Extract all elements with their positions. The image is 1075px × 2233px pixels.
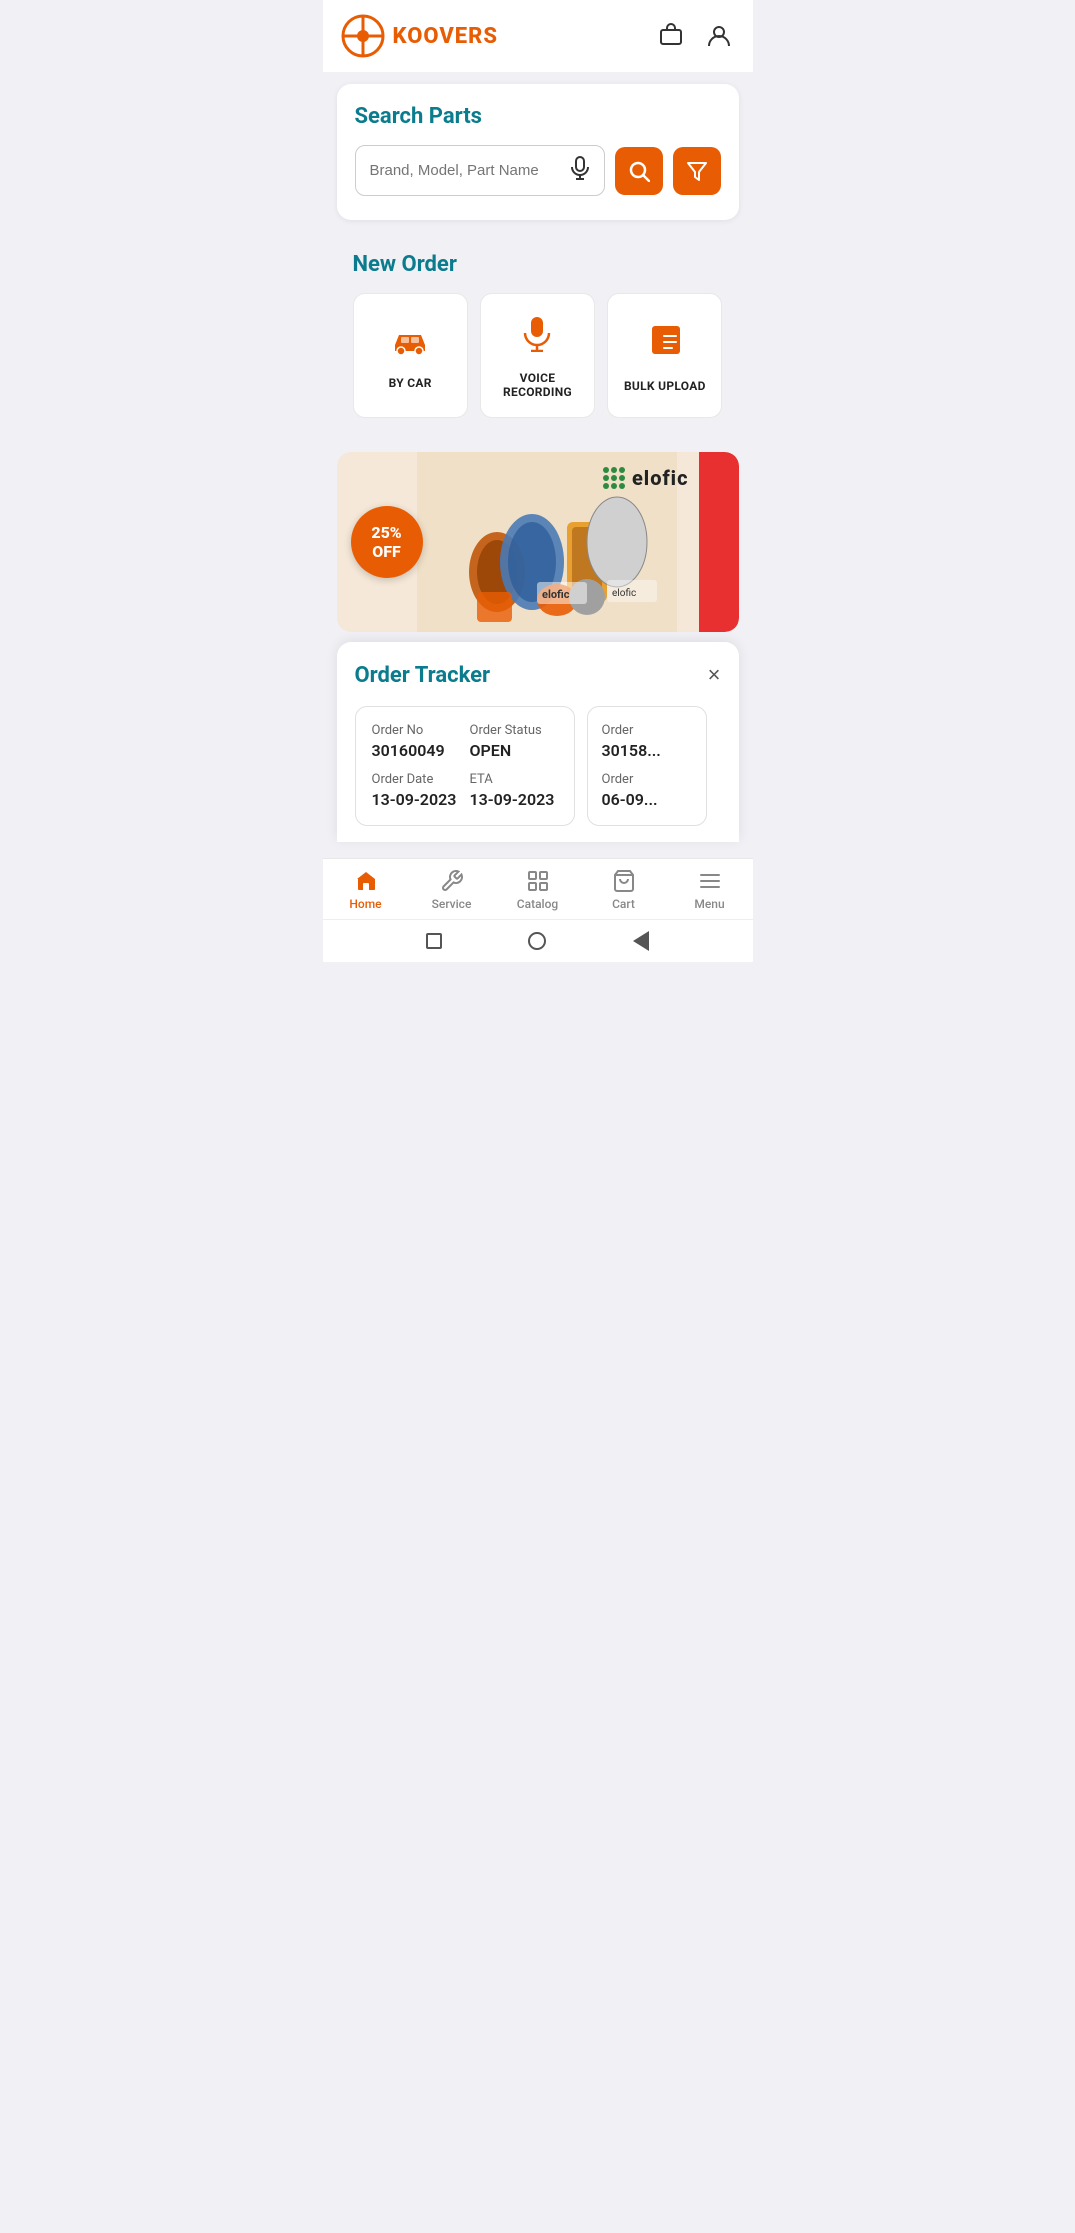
nav-menu[interactable]: Menu: [680, 869, 740, 911]
banner-discount: 25% OFF: [351, 506, 423, 578]
user-button[interactable]: [703, 20, 735, 52]
order-date-label: Order Date: [372, 772, 460, 787]
header-icons: [655, 20, 735, 52]
discount-label: OFF: [372, 542, 401, 561]
logo-area: KOOVERS: [341, 14, 499, 58]
order-card-grid-1: Order No 30160049 Order Status OPEN Orde…: [372, 723, 558, 809]
recents-button[interactable]: [423, 930, 445, 952]
order-no-label: Order No: [372, 723, 460, 738]
order-2-no-label: Order: [602, 723, 692, 738]
filter-icon: [686, 160, 708, 182]
nav-cart-label: Cart: [612, 897, 635, 911]
bulk-upload-icon: [648, 322, 682, 369]
order-card-1[interactable]: Order No 30160049 Order Status OPEN Orde…: [355, 706, 575, 826]
order-2-date-label: Order: [602, 772, 692, 787]
home-sys-button[interactable]: [526, 930, 548, 952]
search-input-wrap: [355, 145, 605, 196]
order-cards-row: Order No 30160049 Order Status OPEN Orde…: [355, 706, 721, 826]
bottom-nav: Home Service Catalog Cart Menu: [323, 858, 753, 919]
banner: 25% OFF elofic elofic elofic: [337, 452, 739, 632]
order-status-label: Order Status: [470, 723, 558, 738]
order-card-2[interactable]: Order 30158... Order 06-09...: [587, 706, 707, 826]
nav-cart[interactable]: Cart: [594, 869, 654, 911]
wrench-icon: [440, 869, 464, 893]
tracker-header: Order Tracker ×: [355, 662, 721, 688]
voice-icon: [521, 316, 553, 361]
catalog-icon: [526, 869, 550, 893]
elofic-logo-dots: [603, 467, 625, 489]
car-icon: [390, 326, 430, 366]
search-icon: [628, 160, 650, 182]
home-icon: [354, 869, 378, 893]
order-date-field: Order Date 13-09-2023: [372, 772, 460, 809]
cart-button[interactable]: [655, 20, 687, 52]
search-row: [355, 145, 721, 196]
back-button[interactable]: [630, 930, 652, 952]
elofic-text: elofic: [632, 466, 689, 490]
header: KOOVERS: [323, 0, 753, 72]
order-2-date-value: 06-09...: [602, 790, 692, 809]
bulk-upload-label: BULK UPLOAD: [624, 379, 706, 393]
eta-field: ETA 13-09-2023: [470, 772, 558, 809]
cart-nav-icon: [612, 869, 636, 893]
elofic-brand: elofic: [603, 466, 689, 490]
logo-icon: [341, 14, 385, 58]
voice-recording-label: VOICERECORDING: [503, 371, 572, 399]
order-no-value: 30160049: [372, 741, 460, 760]
order-2-no-field: Order 30158...: [602, 723, 692, 760]
nav-home-label: Home: [349, 897, 381, 911]
search-card: Search Parts: [337, 84, 739, 220]
close-button[interactable]: ×: [708, 662, 721, 688]
by-car-label: BY CAR: [389, 376, 432, 390]
logo-text: KOOVERS: [393, 24, 499, 49]
home-sys-icon: [528, 932, 546, 950]
order-no-field: Order No 30160049: [372, 723, 460, 760]
order-status-value: OPEN: [470, 741, 558, 760]
eta-value: 13-09-2023: [470, 790, 558, 809]
system-bar: [323, 919, 753, 962]
search-button[interactable]: [615, 147, 663, 195]
order-status-field: Order Status OPEN: [470, 723, 558, 760]
order-2-no-value: 30158...: [602, 741, 692, 760]
nav-service-label: Service: [432, 897, 472, 911]
back-icon: [633, 931, 649, 951]
search-title: Search Parts: [355, 104, 721, 129]
banner-next-card: [699, 452, 739, 632]
bulk-upload-option[interactable]: BULK UPLOAD: [607, 293, 722, 418]
order-2-date-field: Order 06-09...: [602, 772, 692, 809]
tracker-title: Order Tracker: [355, 663, 491, 688]
cart-icon: [657, 22, 685, 50]
nav-service[interactable]: Service: [422, 869, 482, 911]
nav-catalog[interactable]: Catalog: [508, 869, 568, 911]
discount-amount: 25%: [371, 523, 401, 542]
filter-button[interactable]: [673, 147, 721, 195]
menu-icon: [698, 869, 722, 893]
mic-icon[interactable]: [570, 156, 590, 185]
eta-label: ETA: [470, 772, 558, 787]
order-tracker: Order Tracker × Order No 30160049 Order …: [337, 642, 739, 842]
nav-menu-label: Menu: [694, 897, 724, 911]
nav-catalog-label: Catalog: [517, 897, 558, 911]
search-input[interactable]: [370, 162, 570, 179]
voice-recording-option[interactable]: VOICERECORDING: [480, 293, 595, 418]
recents-icon: [426, 933, 442, 949]
nav-home[interactable]: Home: [336, 869, 396, 911]
order-options: BY CAR VOICERECORDING: [353, 293, 723, 418]
user-icon: [705, 22, 733, 50]
svg-text:elofic: elofic: [542, 588, 570, 601]
order-date-value: 13-09-2023: [372, 790, 460, 809]
svg-text:elofic: elofic: [612, 587, 636, 599]
new-order-title: New Order: [353, 252, 723, 277]
by-car-option[interactable]: BY CAR: [353, 293, 468, 418]
new-order-card: New Order BY CAR: [337, 232, 739, 440]
